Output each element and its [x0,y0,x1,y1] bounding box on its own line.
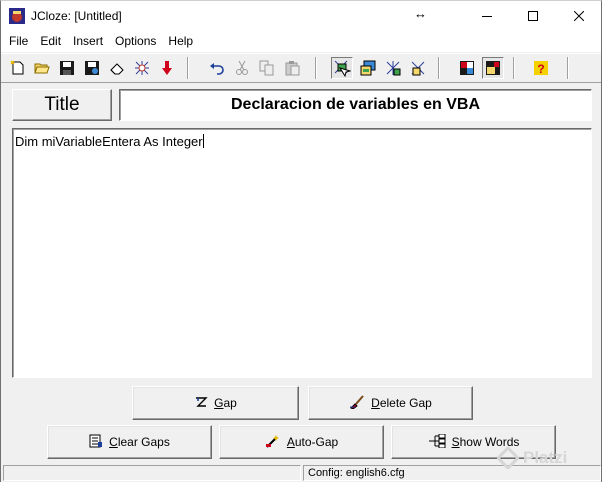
watermark: Platzi [497,447,567,469]
title-bar[interactable]: JCloze: [Untitled] ↔ [1,1,601,31]
gap-icon [194,395,208,412]
eraser-icon[interactable] [106,57,128,79]
svg-text:?: ? [537,62,544,76]
network-icon[interactable] [131,57,153,79]
export-java-icon[interactable] [357,57,379,79]
tree-icon[interactable] [382,57,404,79]
delete-gap-button-label: Delete Gap [371,396,432,410]
minimize-button[interactable] [464,1,510,31]
open-folder-icon[interactable] [31,57,53,79]
magic-wand-icon [265,434,281,451]
color-palette-icon[interactable] [456,57,478,79]
clear-gaps-button[interactable]: Clear Gaps [47,425,212,459]
gap-button[interactable]: Gap [132,386,299,420]
resize-arrow-icon: ↔ [414,6,427,21]
delete-gap-button[interactable]: Delete Gap [308,386,473,420]
menu-bar: File Edit Insert Options Help [1,31,601,52]
gap-button-label: Gap [214,396,237,410]
cloze-text-editor[interactable]: Dim miVariableEntera As Integer [12,128,592,378]
paste-icon[interactable] [281,57,303,79]
save-icon[interactable] [56,57,78,79]
status-cell-left [3,465,301,481]
toolbar-separator [567,57,569,79]
title-field[interactable]: Declaracion de variables en VBA [119,89,592,121]
close-button[interactable] [556,1,602,31]
tree-list-icon [428,433,446,451]
title-button[interactable]: Title [12,89,112,121]
help-icon[interactable]: ? [530,57,552,79]
auto-gap-button-label: Auto-Gap [286,435,339,449]
copy-icon[interactable] [256,57,278,79]
menu-help[interactable]: Help [162,31,199,52]
menu-edit[interactable]: Edit [34,31,67,52]
red-down-arrow-icon[interactable] [156,57,178,79]
brush-icon [349,394,365,412]
jcloze-window: JCloze: [Untitled] ↔ File Edit Insert Op… [0,0,602,482]
toolbar: ? [1,53,601,83]
config-icon[interactable] [482,57,504,79]
toolbar-separator [315,57,317,79]
create-webpage-icon[interactable] [331,57,353,79]
window-title: JCloze: [Untitled] [31,9,122,23]
toolbar-separator [438,57,440,79]
document-lines-icon [89,434,103,451]
save-as-webpage-icon[interactable] [81,57,103,79]
jcloze-app-icon [9,8,25,24]
toolbar-separator [513,57,515,79]
maximize-button[interactable] [510,1,556,31]
tree2-icon[interactable] [407,57,429,79]
watermark-text: Platzi [523,448,568,467]
new-file-icon[interactable] [7,57,29,79]
text-caret [202,134,204,148]
undo-icon[interactable] [206,57,228,79]
cut-icon[interactable] [231,57,253,79]
menu-insert[interactable]: Insert [67,31,109,52]
menu-options[interactable]: Options [109,31,162,52]
watermark-logo-icon [497,447,519,469]
clear-gaps-button-label: Clear Gaps [109,435,170,449]
menu-file[interactable]: File [3,31,34,52]
editor-text: Dim miVariableEntera As Integer [15,134,203,149]
toolbar-separator [187,57,189,79]
auto-gap-button[interactable]: Auto-Gap [219,425,384,459]
